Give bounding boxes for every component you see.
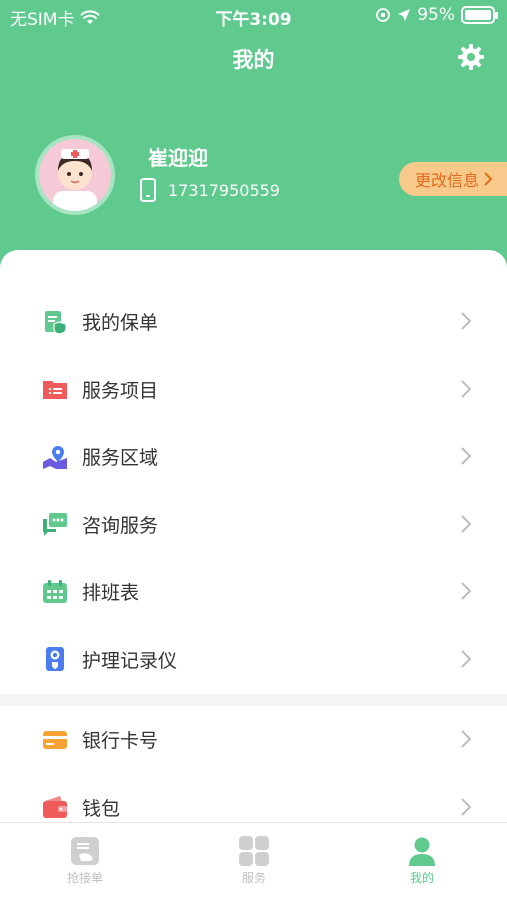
map-pin-icon (42, 444, 68, 470)
policy-icon (42, 309, 68, 335)
menu-item-label: 服务项目 (82, 379, 159, 402)
menu-item-label: 我的保单 (82, 312, 159, 335)
avatar[interactable] (35, 135, 115, 215)
menu-item-label: 咨询服务 (82, 514, 159, 537)
tab-grab-order[interactable]: 抢接单 (25, 835, 145, 886)
recorder-icon (42, 646, 68, 672)
menu-item-my-policy[interactable]: 我的保单 (0, 288, 507, 356)
menu-item-label: 银行卡号 (82, 730, 159, 753)
grab-order-icon (71, 837, 99, 865)
tab-label: 服务 (241, 871, 266, 885)
menu-item-label: 钱包 (82, 797, 121, 820)
folder-icon (42, 376, 68, 402)
tab-label: 抢接单 (66, 871, 103, 885)
menu-item-care-recorder[interactable]: 护理记录仪 (0, 626, 507, 694)
chevron-right-icon (461, 582, 472, 600)
bank-card-icon (42, 727, 68, 753)
status-right: 95% (375, 5, 498, 25)
menu-item-label: 服务区域 (82, 447, 159, 470)
page-title: 我的 (232, 48, 275, 72)
section-divider (0, 694, 507, 706)
menu-item-schedule[interactable]: 排班表 (0, 558, 507, 626)
nurse-avatar-icon (39, 139, 111, 211)
menu-group-finance: 银行卡号 钱包 (0, 706, 507, 822)
chevron-right-icon (461, 649, 472, 668)
chat-icon (42, 511, 68, 537)
tab-mine[interactable]: 我的 (362, 835, 482, 886)
status-bar: 无SIM卡 下午3:09 95% (0, 0, 507, 30)
grid-icon (239, 836, 269, 866)
phone-icon (140, 178, 156, 202)
menu-item-bank-card[interactable]: 银行卡号 (0, 706, 507, 774)
battery-icon (461, 6, 498, 24)
tab-service[interactable]: 服务 (194, 835, 314, 886)
edit-info-button[interactable]: 更改信息 (399, 162, 507, 196)
menu-item-service-area[interactable]: 服务区域 (0, 423, 507, 491)
calendar-icon (42, 579, 68, 605)
chevron-right-icon (461, 447, 472, 465)
battery-percent: 95% (417, 5, 455, 25)
chevron-right-icon (461, 312, 472, 330)
menu-item-label: 护理记录仪 (82, 649, 178, 672)
menu-item-label: 排班表 (82, 582, 140, 605)
menu-item-service-items[interactable]: 服务项目 (0, 356, 507, 424)
location-arrow-icon (398, 9, 411, 21)
chevron-right-icon (461, 797, 472, 816)
menu-item-wallet[interactable]: 钱包 (0, 774, 507, 823)
wallet-icon (42, 794, 68, 820)
chevron-right-icon (461, 730, 472, 748)
gear-icon (458, 44, 484, 70)
chevron-right-icon (484, 172, 493, 186)
phone-number: 17317950559 (168, 180, 280, 200)
phone-row: 17317950559 (140, 178, 280, 202)
rotation-lock-icon (376, 8, 391, 22)
menu-item-consultation[interactable]: 咨询服务 (0, 491, 507, 559)
tab-label: 我的 (409, 871, 434, 885)
menu-card: 我的保单 服务项目 服务区域 咨询服务 排班表 护理记录仪 银行卡号 钱包 (0, 250, 507, 822)
person-icon (409, 837, 435, 866)
edit-info-label: 更改信息 (415, 171, 480, 190)
user-name: 崔迎迎 (148, 146, 208, 170)
menu-group-primary: 我的保单 服务项目 服务区域 咨询服务 排班表 护理记录仪 (0, 288, 507, 693)
chevron-right-icon (461, 514, 472, 533)
tab-bar: 抢接单 服务 我的 (0, 822, 507, 900)
settings-button[interactable] (457, 43, 485, 71)
chevron-right-icon (461, 379, 472, 398)
